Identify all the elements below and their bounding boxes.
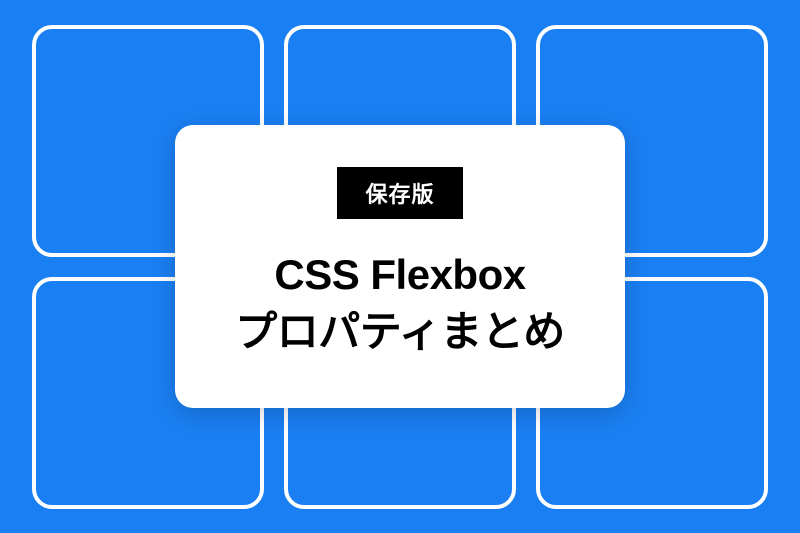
badge-label: 保存版 (365, 182, 434, 207)
title-card: 保存版 CSS Flexbox プロパティまとめ (175, 125, 624, 408)
title-line-1: CSS Flexbox (274, 251, 525, 298)
title: CSS Flexbox プロパティまとめ (235, 247, 564, 360)
title-line-2: プロパティまとめ (235, 308, 564, 355)
hero-canvas: 保存版 CSS Flexbox プロパティまとめ (0, 0, 800, 533)
badge: 保存版 (337, 167, 462, 219)
